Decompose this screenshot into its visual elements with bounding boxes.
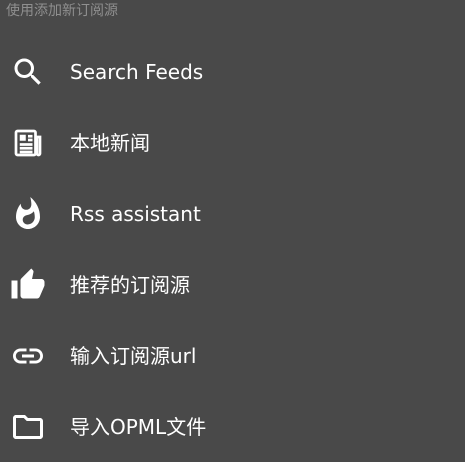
link-icon xyxy=(10,338,46,374)
menu-item-recommended-feeds[interactable]: 推荐的订阅源 xyxy=(0,249,465,320)
menu-item-label: 导入OPML文件 xyxy=(70,414,207,439)
menu-item-search-feeds[interactable]: Search Feeds xyxy=(0,36,465,107)
flame-icon xyxy=(10,196,46,232)
menu-item-label: 本地新闻 xyxy=(70,130,150,155)
folder-icon xyxy=(10,409,46,445)
add-feed-screen: 使用添加新订阅源 Search Feeds 本地新闻 Rss assistant… xyxy=(0,0,465,462)
menu-item-local-news[interactable]: 本地新闻 xyxy=(0,107,465,178)
thumb-up-icon xyxy=(10,267,46,303)
menu-item-rss-assistant[interactable]: Rss assistant xyxy=(0,178,465,249)
menu-item-enter-feed-url[interactable]: 输入订阅源url xyxy=(0,320,465,391)
search-icon xyxy=(10,54,46,90)
menu-list: Search Feeds 本地新闻 Rss assistant 推荐的订阅源 输… xyxy=(0,36,465,462)
newspaper-icon xyxy=(10,125,46,161)
menu-item-label: Search Feeds xyxy=(70,59,204,84)
menu-item-label: 输入订阅源url xyxy=(70,343,197,368)
header-hint: 使用添加新订阅源 xyxy=(6,3,118,19)
menu-item-label: Rss assistant xyxy=(70,201,201,226)
menu-item-label: 推荐的订阅源 xyxy=(70,272,190,297)
menu-item-import-opml[interactable]: 导入OPML文件 xyxy=(0,391,465,462)
